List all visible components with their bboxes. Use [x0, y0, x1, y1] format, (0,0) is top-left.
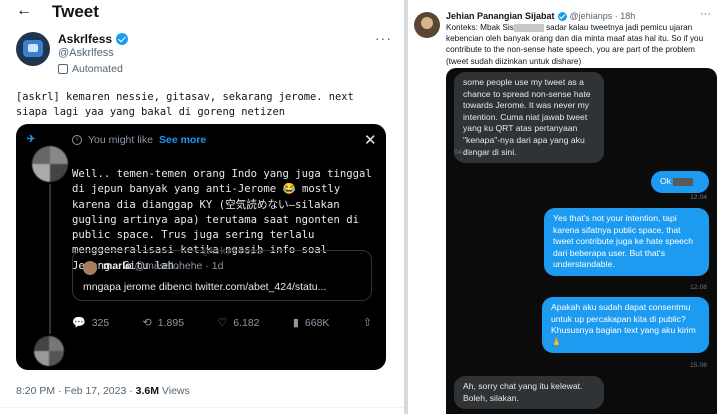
views-label: Views [159, 385, 190, 397]
avatar-logo-detail [28, 44, 38, 52]
heart-icon: ♡ [217, 317, 228, 329]
card-logo-icon: ✈ [27, 134, 36, 145]
tweet-panel: ← Tweet Askrlfess @Askrlfess ··· Automat… [0, 0, 404, 414]
automated-text: Automated [72, 63, 123, 75]
info-icon: i [72, 135, 82, 145]
reply-author-handle[interactable]: @jehianps · 18h [570, 11, 636, 21]
reply-text-start: Konteks: Mbak Sis [446, 23, 514, 32]
like-action[interactable]: ♡ 6.182 [217, 316, 260, 330]
author-name-row: Askrlfess [58, 32, 129, 46]
author-name[interactable]: Askrlfess [58, 32, 112, 46]
reply-icon: 💬 [72, 317, 86, 329]
reply-count: 325 [91, 316, 110, 329]
message-outgoing: Ok [651, 171, 709, 193]
reply-action[interactable]: 💬 325 [72, 316, 110, 330]
thread-line [49, 184, 51, 334]
pixelated-avatar [32, 146, 68, 182]
views-count: 668K [304, 316, 330, 329]
pixelated-avatar-reply [34, 336, 64, 366]
verified-badge-icon [116, 33, 129, 45]
card-header: i You might like See more [72, 134, 206, 146]
redacted-name [673, 177, 694, 186]
bot-icon [58, 64, 68, 74]
share-icon: ⇧ [362, 317, 372, 329]
views-action[interactable]: ▮ 668K [292, 316, 330, 330]
see-more-link[interactable]: See more [159, 134, 206, 146]
tweet-topbar: ← Tweet [0, 0, 404, 26]
tweet-text: [askrl] kemaren nessie, gitasav, sekaran… [16, 91, 354, 118]
message-outgoing: Apakah aku sudah dapat consentmu untuk u… [542, 297, 709, 354]
quote-text: mngapa jerome dibenci twitter.com/abet_4… [83, 281, 327, 293]
reply-author-row: Jehian Panangian Sijabat @jehianps · 18h [446, 11, 635, 21]
quoted-tweet[interactable]: marlo @masalohehe · 1d mngapa jerome dib… [72, 250, 372, 301]
quote-header: marlo @masalohehe · 1d [103, 260, 223, 272]
divider [0, 407, 404, 408]
message-time: 12.08 [690, 284, 708, 291]
more-options-icon[interactable]: ··· [375, 30, 392, 46]
screenshot-collage: ← Tweet Askrlfess @Askrlfess ··· Automat… [0, 0, 720, 414]
author-avatar[interactable] [16, 32, 50, 66]
arrow-left-icon[interactable]: ← [16, 2, 32, 20]
message-incoming: some people use my tweet as a chance to … [454, 72, 604, 164]
automated-label: Automated [58, 63, 123, 75]
retweet-count: 1.895 [157, 316, 185, 329]
reply-author-avatar[interactable] [414, 12, 440, 38]
reply-author-name[interactable]: Jehian Panangian Sijabat [446, 11, 555, 21]
reply-tweet-panel: Jehian Panangian Sijabat @jehianps · 18h… [408, 0, 720, 414]
reply-tweet-text: Konteks: Mbak Sis sadar kalau tweetnya j… [446, 22, 716, 67]
dm-screenshot: some people use my tweet as a chance to … [446, 68, 717, 414]
quote-author-handle: @masalohehe [134, 260, 203, 272]
quote-author-name: marlo [103, 260, 132, 272]
quote-time: · 1d [205, 260, 224, 272]
like-count: 6.182 [233, 316, 260, 329]
quote-avatar [83, 261, 97, 275]
card-action-bar: 💬 325 ⟲ 1.895 ♡ 6.182 ▮ 668K ⇧ [72, 316, 372, 330]
redacted-name [513, 23, 544, 32]
author-handle[interactable]: @Askrlfess [58, 47, 114, 59]
message-time: 15.06 [690, 362, 708, 369]
message-time: 04.11 [454, 149, 471, 156]
page-title: Tweet [52, 2, 99, 21]
share-action[interactable]: ⇧ [363, 316, 372, 329]
you-might-like-label: You might like [88, 134, 153, 146]
embedded-screenshot-card: ✈ i You might like See more ✕ Well.. tem… [16, 124, 386, 370]
retweet-icon: ⟲ [142, 317, 152, 329]
more-options-icon[interactable]: ··· [700, 8, 711, 20]
tweet-timestamp[interactable]: 8:20 PM · Feb 17, 2023 · [16, 385, 136, 397]
tweet-meta: 8:20 PM · Feb 17, 2023 · 3.6M Views [16, 385, 190, 397]
retweet-action[interactable]: ⟲ 1.895 [142, 316, 185, 330]
close-icon[interactable]: ✕ [364, 131, 377, 149]
bar-chart-icon: ▮ [292, 317, 299, 329]
message-incoming: Ah, sorry chat yang itu kelewat. Boleh, … [454, 376, 604, 410]
verified-badge-icon [557, 11, 567, 21]
message-outgoing: Yes that's not your intention, tapi kare… [544, 208, 709, 276]
message-time: 12.04 [690, 194, 708, 201]
views-total: 3.6M [135, 385, 159, 397]
message-outgoing-text: Ok [660, 176, 674, 186]
